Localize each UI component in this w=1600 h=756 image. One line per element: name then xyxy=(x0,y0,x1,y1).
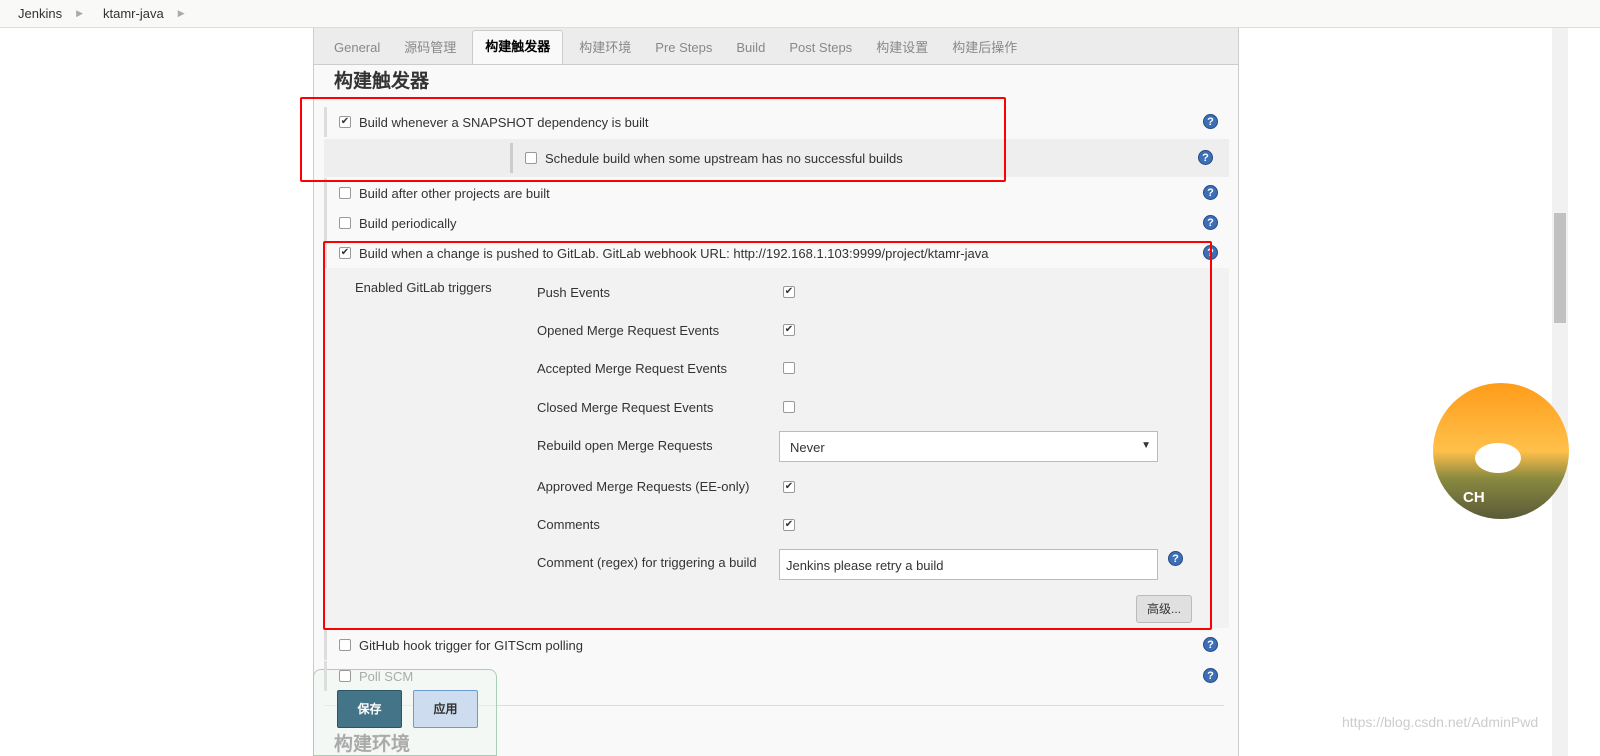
scrollbar-thumb[interactable] xyxy=(1554,213,1566,323)
trigger-label: Build periodically xyxy=(359,215,457,231)
tab-build-triggers[interactable]: 构建触发器 xyxy=(472,30,564,64)
tab-pre-steps[interactable]: Pre Steps xyxy=(643,32,724,64)
trigger-after-other[interactable]: Build after other projects are built xyxy=(324,178,1229,208)
help-icon[interactable]: ? xyxy=(1203,114,1218,129)
chevron-right-icon: ▶ xyxy=(76,8,83,18)
trigger-github-hook[interactable]: GitHub hook trigger for GITScm polling xyxy=(324,630,1229,660)
tab-build-settings[interactable]: 构建设置 xyxy=(864,32,940,64)
tab-post-steps[interactable]: Post Steps xyxy=(777,32,864,64)
watermark: https://blog.csdn.net/AdminPwd xyxy=(1342,714,1539,730)
help-icon[interactable]: ? xyxy=(1203,215,1218,230)
checkbox[interactable] xyxy=(339,639,351,651)
trigger-label: Poll SCM xyxy=(359,668,414,684)
tab-general[interactable]: General xyxy=(322,32,392,64)
tab-post-build[interactable]: 构建后操作 xyxy=(940,32,1029,64)
avatar-widget[interactable]: CH xyxy=(1433,383,1569,519)
tab-build-env[interactable]: 构建环境 xyxy=(567,32,643,64)
trigger-poll-scm[interactable]: Poll SCM xyxy=(324,661,1229,691)
trigger-label: GitHub hook trigger for GITScm polling xyxy=(359,637,583,653)
help-icon[interactable]: ? xyxy=(1203,637,1218,652)
help-icon[interactable]: ? xyxy=(1198,150,1213,165)
checkbox[interactable] xyxy=(339,217,351,229)
scrollbar[interactable] xyxy=(1552,28,1568,756)
breadcrumb-project[interactable]: ktamr-java xyxy=(103,6,164,21)
apply-button[interactable]: 应用 xyxy=(413,690,478,728)
bunny-illustration xyxy=(1475,443,1521,473)
breadcrumb: Jenkins ▶ ktamr-java ▶ xyxy=(0,0,1600,28)
highlight-box-snapshot xyxy=(300,97,1006,182)
tab-bar: General 源码管理 构建触发器 构建环境 Pre Steps Build … xyxy=(314,28,1238,65)
tab-scm[interactable]: 源码管理 xyxy=(392,32,468,64)
help-icon[interactable]: ? xyxy=(1203,185,1218,200)
breadcrumb-jenkins[interactable]: Jenkins xyxy=(18,6,62,21)
checkbox[interactable] xyxy=(339,187,351,199)
checkbox[interactable] xyxy=(339,670,351,682)
section-title: 构建触发器 xyxy=(334,71,430,92)
tab-build[interactable]: Build xyxy=(724,32,777,64)
chevron-right-icon: ▶ xyxy=(177,8,185,18)
trigger-periodic[interactable]: Build periodically xyxy=(324,208,1229,238)
save-button[interactable]: 保存 xyxy=(337,690,402,728)
trigger-label: Build after other projects are built xyxy=(359,185,550,201)
highlight-box-gitlab xyxy=(323,241,1212,630)
avatar-text: CH xyxy=(1463,489,1485,506)
next-section-title: 构建环境 xyxy=(334,734,411,755)
